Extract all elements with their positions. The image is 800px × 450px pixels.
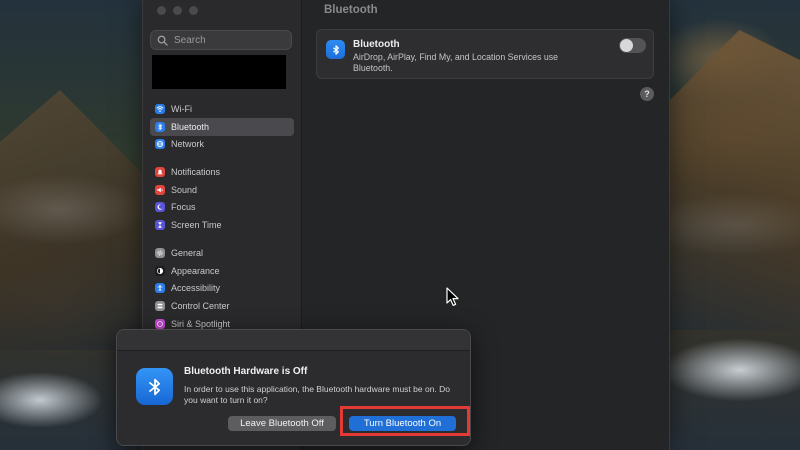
bluetooth-settings-card: Bluetooth AirDrop, AirPlay, Find My, and… — [316, 29, 654, 79]
sliders-icon — [155, 301, 165, 312]
leave-bluetooth-off-button[interactable]: Leave Bluetooth Off — [228, 416, 336, 431]
sidebar-item-label: Control Center — [171, 301, 230, 312]
page-title: Bluetooth — [324, 4, 378, 16]
globe-icon — [155, 139, 165, 150]
sidebar-item-label: Network — [171, 139, 205, 150]
bluetooth-toggle[interactable] — [619, 38, 646, 53]
sidebar-item-notifications[interactable]: Notifications — [150, 163, 294, 181]
siri-icon — [155, 319, 165, 330]
bell-icon — [155, 166, 165, 177]
sidebar-item-label: Bluetooth — [171, 121, 210, 132]
toggle-knob — [620, 39, 633, 52]
sidebar-item-sound[interactable]: Sound — [150, 181, 294, 199]
zoom-window-button[interactable] — [189, 6, 198, 15]
close-window-button[interactable] — [157, 6, 166, 15]
sidebar-item-wifi[interactable]: Wi-Fi — [150, 100, 294, 118]
search-icon — [157, 35, 168, 46]
sidebar-item-label: Sound — [171, 184, 198, 195]
mouse-pointer-icon — [446, 287, 459, 306]
sidebar-item-bluetooth[interactable]: Bluetooth — [150, 117, 294, 136]
sidebar-item-label: Wi-Fi — [171, 103, 192, 114]
bluetooth-card-title: Bluetooth — [353, 39, 400, 50]
sidebar-item-focus[interactable]: Focus — [150, 199, 294, 217]
bluetooth-card-description: AirDrop, AirPlay, Find My, and Location … — [353, 52, 559, 73]
sidebar-item-label: Screen Time — [171, 220, 222, 231]
sidebar-item-label: Accessibility — [171, 283, 221, 294]
sidebar-group-notifications: Notifications Sound Focus Screen Time — [150, 163, 294, 234]
search-input[interactable] — [172, 33, 286, 47]
sidebar-group-general: General Appearance Accessibility Control… — [150, 244, 294, 333]
search-field[interactable] — [150, 30, 292, 50]
dialog-title: Bluetooth Hardware is Off — [184, 366, 308, 377]
turn-bluetooth-on-button[interactable]: Turn Bluetooth On — [349, 416, 456, 431]
sidebar-item-label: General — [171, 247, 204, 258]
sidebar-item-accessibility[interactable]: Accessibility — [150, 280, 294, 298]
sidebar-item-screen-time[interactable]: Screen Time — [150, 216, 294, 234]
sidebar-group-network: Wi-Fi Bluetooth Network — [150, 100, 294, 153]
contrast-icon — [155, 265, 165, 276]
bluetooth-alert-dialog: Bluetooth Hardware is Off In order to us… — [116, 329, 471, 446]
bluetooth-icon — [155, 121, 165, 132]
window-controls — [157, 6, 198, 15]
gear-icon — [155, 247, 165, 258]
sidebar-item-appearance[interactable]: Appearance — [150, 262, 294, 280]
sidebar-item-label: Siri & Spotlight — [171, 319, 231, 330]
dialog-titlebar — [117, 330, 470, 351]
bluetooth-icon — [326, 40, 345, 59]
sidebar-item-control-center[interactable]: Control Center — [150, 297, 294, 315]
sidebar-item-label: Focus — [171, 202, 196, 213]
accessibility-icon — [155, 283, 165, 294]
sidebar-item-label: Notifications — [171, 166, 221, 177]
wifi-icon — [155, 103, 165, 114]
sidebar-item-general[interactable]: General — [150, 244, 294, 262]
moon-icon — [155, 202, 165, 213]
sidebar-item-label: Appearance — [171, 265, 220, 276]
redacted-account-area — [152, 55, 286, 89]
speaker-icon — [155, 184, 165, 195]
sidebar-item-network[interactable]: Network — [150, 136, 294, 154]
hourglass-icon — [155, 220, 165, 231]
dialog-message: In order to use this application, the Bl… — [184, 384, 451, 405]
minimize-window-button[interactable] — [173, 6, 182, 15]
bluetooth-icon — [136, 368, 173, 405]
help-button[interactable]: ? — [640, 87, 654, 101]
